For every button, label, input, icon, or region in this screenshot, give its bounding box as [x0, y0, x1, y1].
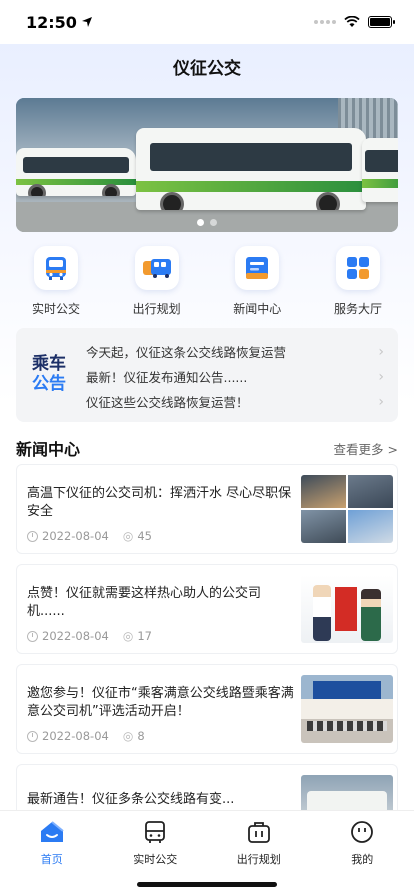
eye-icon: ◎ — [122, 729, 134, 743]
battery-icon — [368, 16, 395, 28]
news-date: 2022-08-04 — [42, 729, 109, 743]
news-card[interactable]: 点赞！仪征就需要这样热心助人的公交司机...... 2022-08-04 ◎ 1… — [16, 564, 398, 654]
notice-list: 今天起，仪征这条公交线路恢复运营 › 最新！仪征发布通知公告...... › 仪… — [82, 328, 398, 422]
quick-action-service-hall[interactable]: 服务大厅 — [314, 246, 402, 317]
status-time: 12:50 — [26, 13, 93, 32]
notice-item[interactable]: 仪征这些公交线路恢复运营！ › — [86, 389, 384, 414]
news-thumbnail — [301, 675, 393, 743]
news-section-title: 新闻中心 — [16, 440, 81, 459]
carousel-dot[interactable] — [210, 219, 217, 226]
quick-action-news-center[interactable]: 新闻中心 — [213, 246, 301, 317]
clock-icon — [27, 530, 38, 542]
chevron-right-icon: › — [378, 393, 384, 410]
news-date: 2022-08-04 — [42, 529, 109, 543]
quick-action-label: 服务大厅 — [333, 302, 382, 316]
notice-logo-line1: 乘车 — [32, 354, 66, 375]
tab-label: 我的 — [351, 853, 374, 866]
notice-panel: 乘车 公告 今天起，仪征这条公交线路恢复运营 › 最新！仪征发布通知公告....… — [16, 328, 398, 422]
location-arrow-icon — [81, 17, 92, 27]
tab-label: 首页 — [40, 853, 63, 866]
quick-actions: 实时公交 出行规划 新闻中心 服务大厅 — [12, 246, 402, 317]
notice-logo-line2: 公告 — [32, 374, 66, 394]
notice-logo: 乘车 公告 — [16, 328, 82, 422]
tab-home[interactable]: 首页 — [0, 811, 104, 896]
quick-action-label: 出行规划 — [132, 302, 181, 316]
notice-item[interactable]: 最新！仪征发布通知公告...... › — [86, 364, 384, 389]
home-icon — [39, 819, 65, 845]
clock-icon — [27, 630, 38, 642]
news-card-meta: 2022-08-04 ◎ 45 — [27, 529, 152, 543]
notice-item-text: 仪征这些公交线路恢复运营！ — [86, 395, 249, 410]
tab-label: 出行规划 — [236, 853, 281, 866]
chevron-right-icon: › — [378, 343, 384, 360]
news-section-header: 新闻中心 查看更多 > — [16, 436, 398, 460]
eye-icon: ◎ — [122, 529, 134, 543]
banner-carousel[interactable] — [16, 98, 398, 232]
page-title: 仪征公交 — [173, 59, 241, 79]
wifi-icon — [344, 16, 360, 27]
notice-item-text: 最新！仪征发布通知公告...... — [86, 370, 248, 385]
news-thumbnail — [301, 475, 393, 543]
eye-icon: ◎ — [122, 629, 134, 643]
news-card-meta: 2022-08-04 ◎ 8 — [27, 729, 145, 743]
notice-item-text: 今天起，仪征这条公交线路恢复运营 — [86, 345, 287, 360]
route-icon — [134, 246, 179, 290]
news-icon — [235, 246, 280, 290]
news-card-meta: 2022-08-04 ◎ 17 — [27, 629, 152, 643]
news-card[interactable]: 高温下仪征的公交司机：挥洒汗水 尽心尽职保安全 2022-08-04 ◎ 45 — [16, 464, 398, 554]
news-card-title: 最新通告！仪征多条公交线路有变... — [27, 792, 235, 807]
tab-profile[interactable]: 我的 — [311, 811, 414, 896]
time-text: 12:50 — [26, 12, 77, 32]
status-bar: 12:50 — [0, 0, 414, 44]
briefcase-icon — [246, 819, 272, 845]
chevron-right-icon: › — [378, 368, 384, 385]
home-indicator — [137, 882, 277, 887]
quick-action-label: 新闻中心 — [233, 302, 282, 316]
banner-bus — [16, 148, 136, 196]
bus-icon — [142, 819, 168, 845]
news-card-title: 高温下仪征的公交司机：挥洒汗水 尽心尽职保安全 — [27, 486, 292, 519]
news-card-title: 点赞！仪征就需要这样热心助人的公交司机...... — [27, 586, 262, 619]
news-card[interactable]: 邀您参与！仪征市“乘客满意公交线路暨乘客满意公交司机”评选活动开启！ 2022-… — [16, 664, 398, 754]
notice-item[interactable]: 今天起，仪征这条公交线路恢复运营 › — [86, 339, 384, 364]
news-date: 2022-08-04 — [42, 629, 109, 643]
news-card-title: 邀您参与！仪征市“乘客满意公交线路暨乘客满意公交司机”评选活动开启！ — [27, 686, 294, 719]
bus-icon — [34, 246, 78, 290]
quick-action-realtime-bus[interactable]: 实时公交 — [12, 246, 100, 317]
clock-icon — [27, 730, 38, 742]
quick-action-label: 实时公交 — [31, 302, 80, 316]
news-views: 45 — [137, 529, 152, 543]
banner-bus — [136, 128, 366, 210]
carousel-dot[interactable] — [197, 219, 204, 226]
news-thumbnail — [301, 575, 393, 643]
carousel-indicator — [16, 219, 398, 226]
banner-bus — [362, 138, 398, 202]
quick-action-route-plan[interactable]: 出行规划 — [113, 246, 201, 317]
status-icons — [314, 16, 395, 28]
news-views: 17 — [137, 629, 152, 643]
profile-icon — [349, 819, 375, 845]
news-views: 8 — [137, 729, 145, 743]
view-more-link[interactable]: 查看更多 > — [334, 439, 398, 458]
signal-icon — [314, 20, 336, 24]
tab-label: 实时公交 — [133, 853, 178, 866]
grid-icon — [335, 246, 380, 290]
